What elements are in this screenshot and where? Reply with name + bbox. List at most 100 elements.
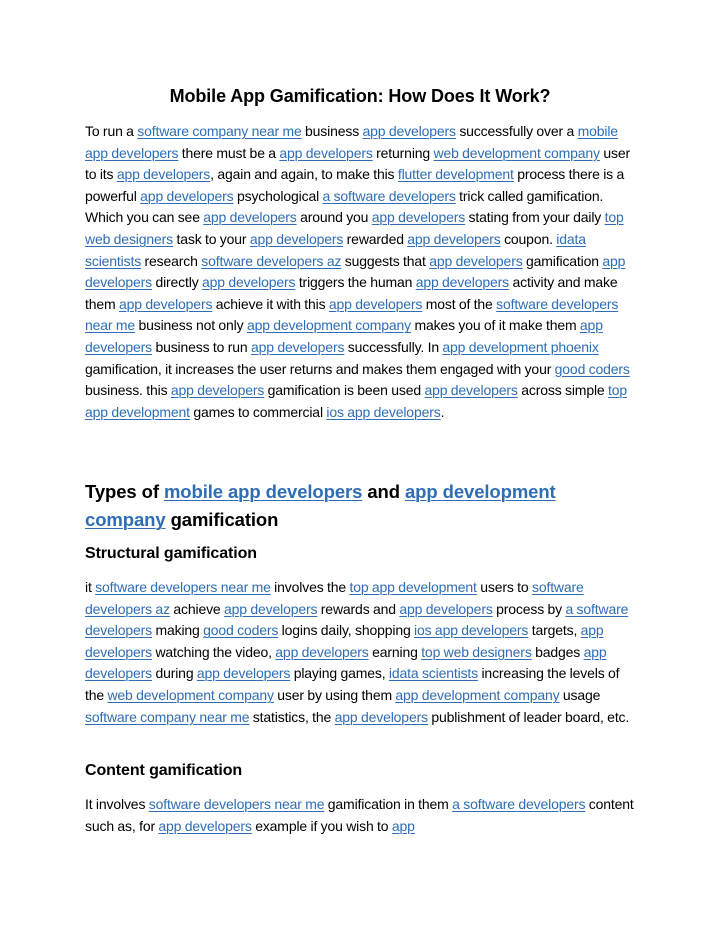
text-run: playing games, <box>290 665 389 682</box>
text-run: stating from your daily <box>465 209 605 226</box>
inline-link[interactable]: app developers <box>429 253 522 269</box>
inline-link[interactable]: idata scientists <box>389 665 478 681</box>
subheading-structural: Structural gamification <box>85 545 257 562</box>
text-run: process by <box>492 600 566 617</box>
inline-link[interactable]: app developers <box>424 382 517 398</box>
text-run: research <box>141 252 202 269</box>
text-run: it <box>85 579 96 595</box>
document-title: Mobile App Gamification: How Does It Wor… <box>169 86 551 106</box>
inline-link[interactable]: software company near me <box>137 123 302 139</box>
text-run: gamification <box>522 252 603 269</box>
text-run: earning <box>368 643 422 660</box>
inline-link[interactable]: software developers near me <box>149 796 325 812</box>
text-run: returning <box>372 144 434 161</box>
inline-link[interactable]: app developers <box>279 145 372 161</box>
inline-link[interactable]: software developers near me <box>95 579 271 595</box>
structural-paragraph: it software developers near me involves … <box>85 577 637 728</box>
inline-link[interactable]: app developers <box>363 123 456 139</box>
text-run: games to commercial <box>189 403 327 420</box>
text-run: , again and again, to make this <box>210 166 398 183</box>
inline-link[interactable]: ios app developers <box>414 622 528 638</box>
text-run: statistics, the <box>249 708 335 725</box>
text-run: business. this <box>85 382 171 399</box>
inline-link[interactable]: software developers az <box>201 253 341 269</box>
text-run: It involves <box>85 796 149 812</box>
text-run: user by using them <box>273 686 396 703</box>
inline-link[interactable]: top web designers <box>421 644 532 660</box>
text-run: rewards and <box>317 600 400 617</box>
inline-link[interactable]: ios app developers <box>326 404 440 420</box>
text-run: gamification <box>165 509 279 530</box>
inline-link[interactable]: app developers <box>372 209 465 225</box>
section-heading-types: Types of mobile app developers and app d… <box>85 478 637 534</box>
inline-link[interactable]: app developers <box>203 209 296 225</box>
inline-link[interactable]: app development company <box>247 317 411 333</box>
text-run: making <box>152 622 204 639</box>
text-run: psychological <box>233 187 323 204</box>
inline-link[interactable]: app developers <box>329 296 422 312</box>
inline-link[interactable]: app developers <box>416 274 509 290</box>
inline-link[interactable]: app developers <box>158 818 251 834</box>
inline-link[interactable]: good coders <box>555 361 630 377</box>
inline-link[interactable]: mobile app developers <box>164 481 362 502</box>
text-run: gamification is been used <box>264 382 425 399</box>
text-run: . <box>440 403 445 420</box>
text-run: business <box>301 123 363 139</box>
inline-link[interactable]: app developers <box>399 601 492 617</box>
intro-paragraph: To run a software company near me busine… <box>85 121 637 423</box>
text-run: users to <box>476 579 532 595</box>
inline-link[interactable]: good coders <box>203 622 278 638</box>
inline-link[interactable]: app developers <box>275 644 368 660</box>
text-run: most of the <box>422 295 497 312</box>
text-run: across simple <box>517 382 608 399</box>
text-run: targets, <box>528 622 581 639</box>
text-run: gamification, it increases the user retu… <box>85 360 555 377</box>
text-run: usage <box>559 686 601 703</box>
text-run: logins daily, shopping <box>278 622 415 639</box>
content-paragraph: It involves software developers near me … <box>85 794 637 837</box>
text-run: rewarded <box>343 230 408 247</box>
inline-link[interactable]: app developers <box>117 166 210 182</box>
text-run: involves the <box>270 579 350 595</box>
inline-link[interactable]: top app development <box>349 579 476 595</box>
text-run: makes you of it make them <box>411 317 580 334</box>
inline-link[interactable]: app developers <box>407 231 500 247</box>
text-run: business not only <box>135 317 247 334</box>
text-run: example if you wish to <box>251 817 392 834</box>
inline-link[interactable]: app development company <box>395 687 559 703</box>
text-run: and <box>362 481 405 502</box>
text-run: suggests that <box>341 252 430 269</box>
inline-link[interactable]: app <box>392 818 415 834</box>
text-run: task to your <box>173 230 250 247</box>
text-run: successfully over a <box>455 123 578 139</box>
inline-link[interactable]: a software developers <box>452 796 585 812</box>
inline-link[interactable]: app developers <box>202 274 295 290</box>
text-run: directly <box>152 274 203 291</box>
inline-link[interactable]: app development phoenix <box>442 339 598 355</box>
text-run: publishment of leader board, etc. <box>427 708 630 725</box>
text-run: there must be a <box>178 144 280 161</box>
text-run: triggers the human <box>295 274 416 291</box>
text-run: coupon. <box>500 230 557 247</box>
inline-link[interactable]: app developers <box>197 665 290 681</box>
text-run: To run a <box>85 123 138 139</box>
text-run: achieve <box>169 600 225 617</box>
inline-link[interactable]: flutter development <box>398 166 514 182</box>
subheading-content: Content gamification <box>85 762 243 779</box>
inline-link[interactable]: app developers <box>140 188 233 204</box>
inline-link[interactable]: app developers <box>335 709 428 725</box>
inline-link[interactable]: app developers <box>250 231 343 247</box>
inline-link[interactable]: app developers <box>224 601 317 617</box>
inline-link[interactable]: app developers <box>119 296 212 312</box>
inline-link[interactable]: web development company <box>107 687 274 703</box>
inline-link[interactable]: a software developers <box>323 188 456 204</box>
text-run: watching the video, <box>152 643 276 660</box>
text-run: Types of <box>85 481 164 502</box>
inline-link[interactable]: app developers <box>251 339 344 355</box>
inline-link[interactable]: app developers <box>171 382 264 398</box>
inline-link[interactable]: software company near me <box>85 709 250 725</box>
text-run: around you <box>296 209 372 226</box>
text-run: business to run <box>152 338 251 355</box>
text-run: successfully. In <box>344 338 443 355</box>
inline-link[interactable]: web development company <box>434 145 601 161</box>
